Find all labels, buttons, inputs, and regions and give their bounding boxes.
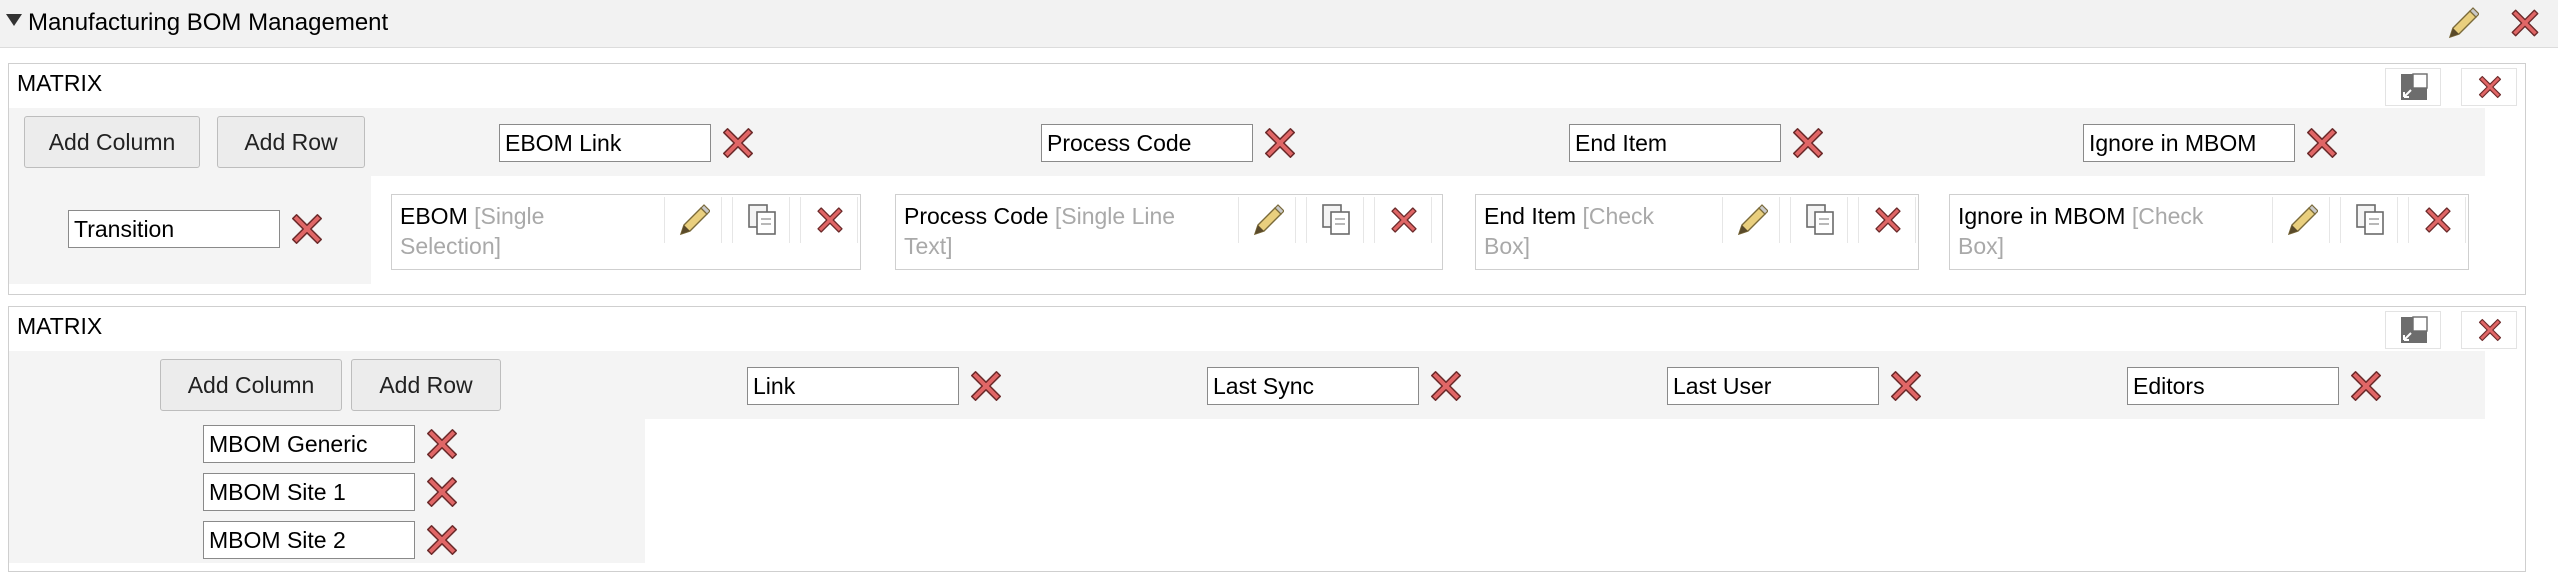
delete-x-icon[interactable] (1374, 197, 1432, 243)
cell-field-name: Process Code (904, 203, 1049, 229)
matrix-title: MATRIX (17, 70, 103, 96)
copy-icon[interactable] (1306, 197, 1364, 243)
cell-field-name: Ignore in MBOM (1958, 203, 2126, 229)
column-input-link[interactable]: Link (747, 367, 959, 405)
delete-matrix-button[interactable] (2461, 311, 2517, 349)
pencil-icon[interactable] (2272, 197, 2330, 243)
matrix-panel-2: MATRIX Add Column Add Row Link Last Sync… (8, 306, 2526, 572)
column-input-last-sync[interactable]: Last Sync (1207, 367, 1419, 405)
add-column-button[interactable]: Add Column (24, 116, 200, 168)
delete-x-icon[interactable] (2408, 197, 2466, 243)
delete-x-icon[interactable] (1858, 197, 1916, 243)
delete-x-icon[interactable] (967, 367, 1005, 405)
pencil-icon[interactable] (2446, 6, 2480, 40)
delete-matrix-button[interactable] (2461, 68, 2517, 106)
matrix-title: MATRIX (17, 313, 103, 339)
pencil-icon[interactable] (1238, 197, 1296, 243)
add-column-button[interactable]: Add Column (160, 359, 342, 411)
add-row-button[interactable]: Add Row (217, 116, 365, 168)
resize-icon[interactable] (2385, 68, 2441, 106)
pencil-icon[interactable] (664, 197, 722, 243)
copy-icon[interactable] (732, 197, 790, 243)
section-header: Manufacturing BOM Management (0, 0, 2558, 48)
close-icon[interactable] (2508, 6, 2542, 40)
copy-icon[interactable] (1790, 197, 1848, 243)
resize-icon[interactable] (2385, 311, 2441, 349)
row-input-transition[interactable]: Transition (68, 210, 280, 248)
section-title: Manufacturing BOM Management (28, 9, 389, 36)
delete-x-icon[interactable] (1427, 367, 1465, 405)
delete-x-icon[interactable] (288, 210, 326, 248)
column-input-ignore-in-mbom[interactable]: Ignore in MBOM (2083, 124, 2295, 162)
column-input-editors[interactable]: Editors (2127, 367, 2339, 405)
add-row-button[interactable]: Add Row (351, 359, 501, 411)
matrix-cell-ebom: EBOM [Single Selection] (391, 194, 861, 270)
matrix-panel-1: MATRIX Add Column Add Row EBOM Link Proc… (8, 63, 2526, 295)
delete-x-icon[interactable] (423, 521, 461, 559)
matrix-cell-end-item: End Item [Check Box] (1475, 194, 1919, 270)
cell-field-name: End Item (1484, 203, 1577, 229)
matrix-cell-ignore-in-mbom: Ignore in MBOM [Check Box] (1949, 194, 2469, 270)
delete-x-icon[interactable] (1261, 124, 1299, 162)
delete-x-icon[interactable] (423, 425, 461, 463)
copy-icon[interactable] (2340, 197, 2398, 243)
delete-x-icon[interactable] (1887, 367, 1925, 405)
delete-x-icon[interactable] (800, 197, 858, 243)
row-input-mbom-generic[interactable]: MBOM Generic (203, 425, 415, 463)
column-input-ebom-link[interactable]: EBOM Link (499, 124, 711, 162)
row-input-mbom-site-1[interactable]: MBOM Site 1 (203, 473, 415, 511)
pencil-icon[interactable] (1722, 197, 1780, 243)
column-input-process-code[interactable]: Process Code (1041, 124, 1253, 162)
column-input-last-user[interactable]: Last User (1667, 367, 1879, 405)
column-input-end-item[interactable]: End Item (1569, 124, 1781, 162)
delete-x-icon[interactable] (423, 473, 461, 511)
delete-x-icon[interactable] (2347, 367, 2385, 405)
cell-field-name: EBOM (400, 203, 468, 229)
row-input-mbom-site-2[interactable]: MBOM Site 2 (203, 521, 415, 559)
delete-x-icon[interactable] (1789, 124, 1827, 162)
caret-down-icon[interactable] (6, 14, 22, 26)
matrix-cell-process-code: Process Code [Single Line Text] (895, 194, 1443, 270)
delete-x-icon[interactable] (719, 124, 757, 162)
delete-x-icon[interactable] (2303, 124, 2341, 162)
